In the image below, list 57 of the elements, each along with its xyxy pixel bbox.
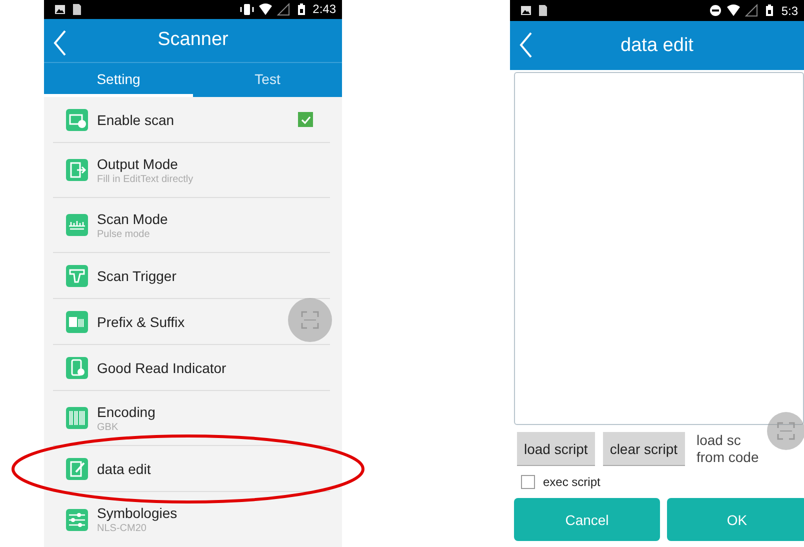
picture-icon xyxy=(54,2,66,16)
settings-item[interactable]: Scan Trigger xyxy=(53,253,330,300)
settings-item[interactable]: Enable scan xyxy=(53,97,330,144)
item-title: Symbologies xyxy=(97,505,178,522)
screen-title: Scanner xyxy=(158,29,228,52)
settings-item[interactable]: Output Mode Fill in EditText directly xyxy=(53,143,330,198)
script-button[interactable]: clear script xyxy=(602,432,684,466)
item-title: Scan Mode xyxy=(97,210,168,227)
sliders-icon xyxy=(66,508,88,531)
item-title: Output Mode xyxy=(97,156,179,172)
wifi-icon xyxy=(727,4,740,17)
signal-icon xyxy=(745,4,758,17)
ruler-icon xyxy=(66,214,88,236)
checkbox-label: exec script xyxy=(543,475,600,489)
sim-card-icon xyxy=(71,2,83,16)
scan-frame-icon xyxy=(301,311,319,329)
item-subtitle: Fill in EditText directly xyxy=(97,174,194,185)
item-title: Scan Trigger xyxy=(97,268,176,284)
screen-title: data edit xyxy=(620,34,694,56)
letter-bars-icon xyxy=(66,310,88,333)
vibrate-icon xyxy=(240,2,254,16)
settings-item[interactable]: Scan Mode Pulse mode xyxy=(53,198,330,254)
floating-scan-button[interactable] xyxy=(288,298,332,342)
do-not-disturb-icon xyxy=(709,4,722,17)
scan-frame-icon xyxy=(777,422,795,440)
signal-icon xyxy=(276,2,290,16)
item-title: Good Read Indicator xyxy=(97,360,226,376)
status-time: 2:43 xyxy=(312,2,336,16)
status-time: 5:3 xyxy=(781,4,798,18)
back-icon[interactable] xyxy=(53,30,67,56)
settings-item[interactable]: Good Read Indicator xyxy=(53,345,330,392)
floating-scan-button[interactable] xyxy=(767,412,804,450)
item-subtitle: Pulse mode xyxy=(97,228,151,240)
item-title: data edit xyxy=(97,460,151,477)
settings-item[interactable]: Encoding GBK xyxy=(53,391,330,446)
checkbox[interactable] xyxy=(521,475,535,489)
settings-item[interactable]: Prefix & Suffix xyxy=(53,299,330,346)
edit-note-icon xyxy=(66,458,88,480)
scanner-icon xyxy=(66,108,88,131)
sim-card-icon xyxy=(537,4,549,17)
back-icon[interactable] xyxy=(519,32,533,58)
item-subtitle: NLS-CM20 xyxy=(97,523,148,534)
barcode-icon xyxy=(66,407,88,430)
phone-icon xyxy=(66,356,88,379)
settings-item[interactable]: Symbologies NLS-CM20 xyxy=(53,492,330,547)
script-button[interactable]: load script xyxy=(517,432,595,466)
picture-icon xyxy=(520,4,532,17)
load-script-label: load sc from code xyxy=(696,432,759,466)
item-title: Encoding xyxy=(97,404,156,420)
wifi-icon xyxy=(258,2,272,16)
item-title: Prefix & Suffix xyxy=(97,314,185,330)
exit-door-icon xyxy=(66,159,88,182)
checkbox[interactable] xyxy=(298,112,313,128)
check-icon xyxy=(300,114,312,126)
item-title: Enable scan xyxy=(97,112,174,128)
item-subtitle: GBK xyxy=(97,422,120,433)
trigger-icon xyxy=(66,264,88,287)
